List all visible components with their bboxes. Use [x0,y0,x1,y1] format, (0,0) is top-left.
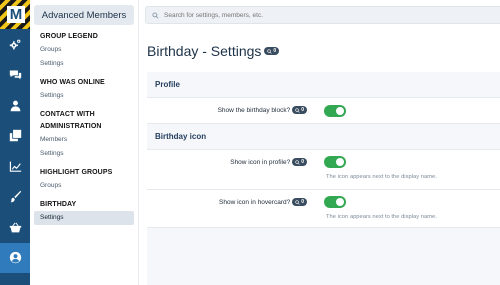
badge-count: 0 [273,48,277,54]
user-icon[interactable] [0,90,30,121]
section-heading-birthday-icon: Birthday icon [147,124,500,150]
badge-count: 0 [301,159,304,165]
toggle-show-icon-in-profile[interactable] [324,156,346,168]
search-icon [152,11,159,19]
sidebar-item-birthday-settings[interactable]: Settings [34,211,134,225]
page-title: Birthday - Settings 0 [147,43,280,59]
comments-icon[interactable] [0,60,30,91]
cogs-icon[interactable] [0,29,30,60]
option-row-show-icon-in-hovercard: Show icon in hovercard? 0 The icon appea… [147,190,500,228]
search-count-badge[interactable]: 0 [264,47,280,55]
search-icon [267,48,273,54]
sidebar-group-title: CONTACT WITH ADMINISTRATION [40,111,102,130]
search-icon [295,199,300,205]
clone-icon[interactable] [0,121,30,152]
sidebar-item-settings[interactable]: Settings [34,57,134,71]
toggle-show-birthday-block[interactable] [324,105,346,117]
sidebar-item-groups[interactable]: Groups [34,43,134,57]
search-icon [295,107,300,113]
option-hint: The icon appears next to the display nam… [326,214,437,220]
top-bar [139,0,500,29]
option-label: Show icon in hovercard? 0 [219,198,307,206]
option-label: Show icon in profile? 0 [230,158,307,166]
sidebar-group-birthday: BIRTHDAY Settings [30,199,138,225]
search-icon [295,159,300,165]
chart-line-icon[interactable] [0,151,30,182]
sidebar-group-title: WHO WAS ONLINE [40,79,105,86]
option-label-text: Show the birthday block? [217,106,291,114]
option-row-show-birthday-block: Show the birthday block? 0 [147,98,500,124]
search-count-badge[interactable]: 0 [292,106,307,114]
sidebar-header[interactable]: Advanced Members [34,5,134,25]
sidebar-group-highlight-groups: HIGHLIGHT GROUPS Groups [30,167,138,193]
search-count-badge[interactable]: 0 [292,198,307,206]
brush-icon[interactable] [0,182,30,213]
sidebar-group-title: GROUP LEGEND [40,33,98,40]
admin-icon-rail: M [0,0,30,285]
settings-panel: Profile Show the birthday block? 0 Birth… [147,72,500,285]
logo-mark: M [7,6,25,23]
toggle-show-icon-in-hovercard[interactable] [324,196,346,208]
sidebar-item-groups[interactable]: Groups [34,179,134,193]
option-label: Show the birthday block? 0 [218,106,307,114]
option-label-text: Show icon in hovercard? [219,198,291,206]
sidebar-group-contact-with-administration: CONTACT WITH ADMINISTRATION Members Sett… [30,109,138,161]
main-content: Birthday - Settings 0 Profile Show the b… [139,29,500,285]
basket-icon[interactable] [0,212,30,243]
option-hint: The icon appears next to the display nam… [326,174,437,180]
badge-count: 0 [301,199,304,205]
user-circle-icon[interactable] [0,242,30,273]
sidebar-group-title: BIRTHDAY [40,201,77,208]
sidebar-group-group-legend: GROUP LEGEND Groups Settings [30,31,138,71]
search-box[interactable] [145,6,500,24]
page-title-text: Birthday - Settings [147,43,262,59]
option-label-text: Show icon in profile? [230,158,291,166]
logo-icon[interactable]: M [0,0,30,29]
sidebar-item-members[interactable]: Members [34,133,134,147]
sidebar-group-who-was-online: WHO WAS ONLINE Settings [30,77,138,103]
sidebar-item-settings[interactable]: Settings [34,89,134,103]
sidebar-group-title: HIGHLIGHT GROUPS [40,169,113,176]
option-row-show-icon-in-profile: Show icon in profile? 0 The icon appears… [147,150,500,190]
badge-count: 0 [301,107,304,113]
search-input[interactable] [164,11,464,19]
section-heading-profile: Profile [147,72,500,98]
search-count-badge[interactable]: 0 [292,158,307,166]
sidebar: Advanced Members GROUP LEGEND Groups Set… [30,0,139,285]
sidebar-item-settings[interactable]: Settings [34,147,134,161]
